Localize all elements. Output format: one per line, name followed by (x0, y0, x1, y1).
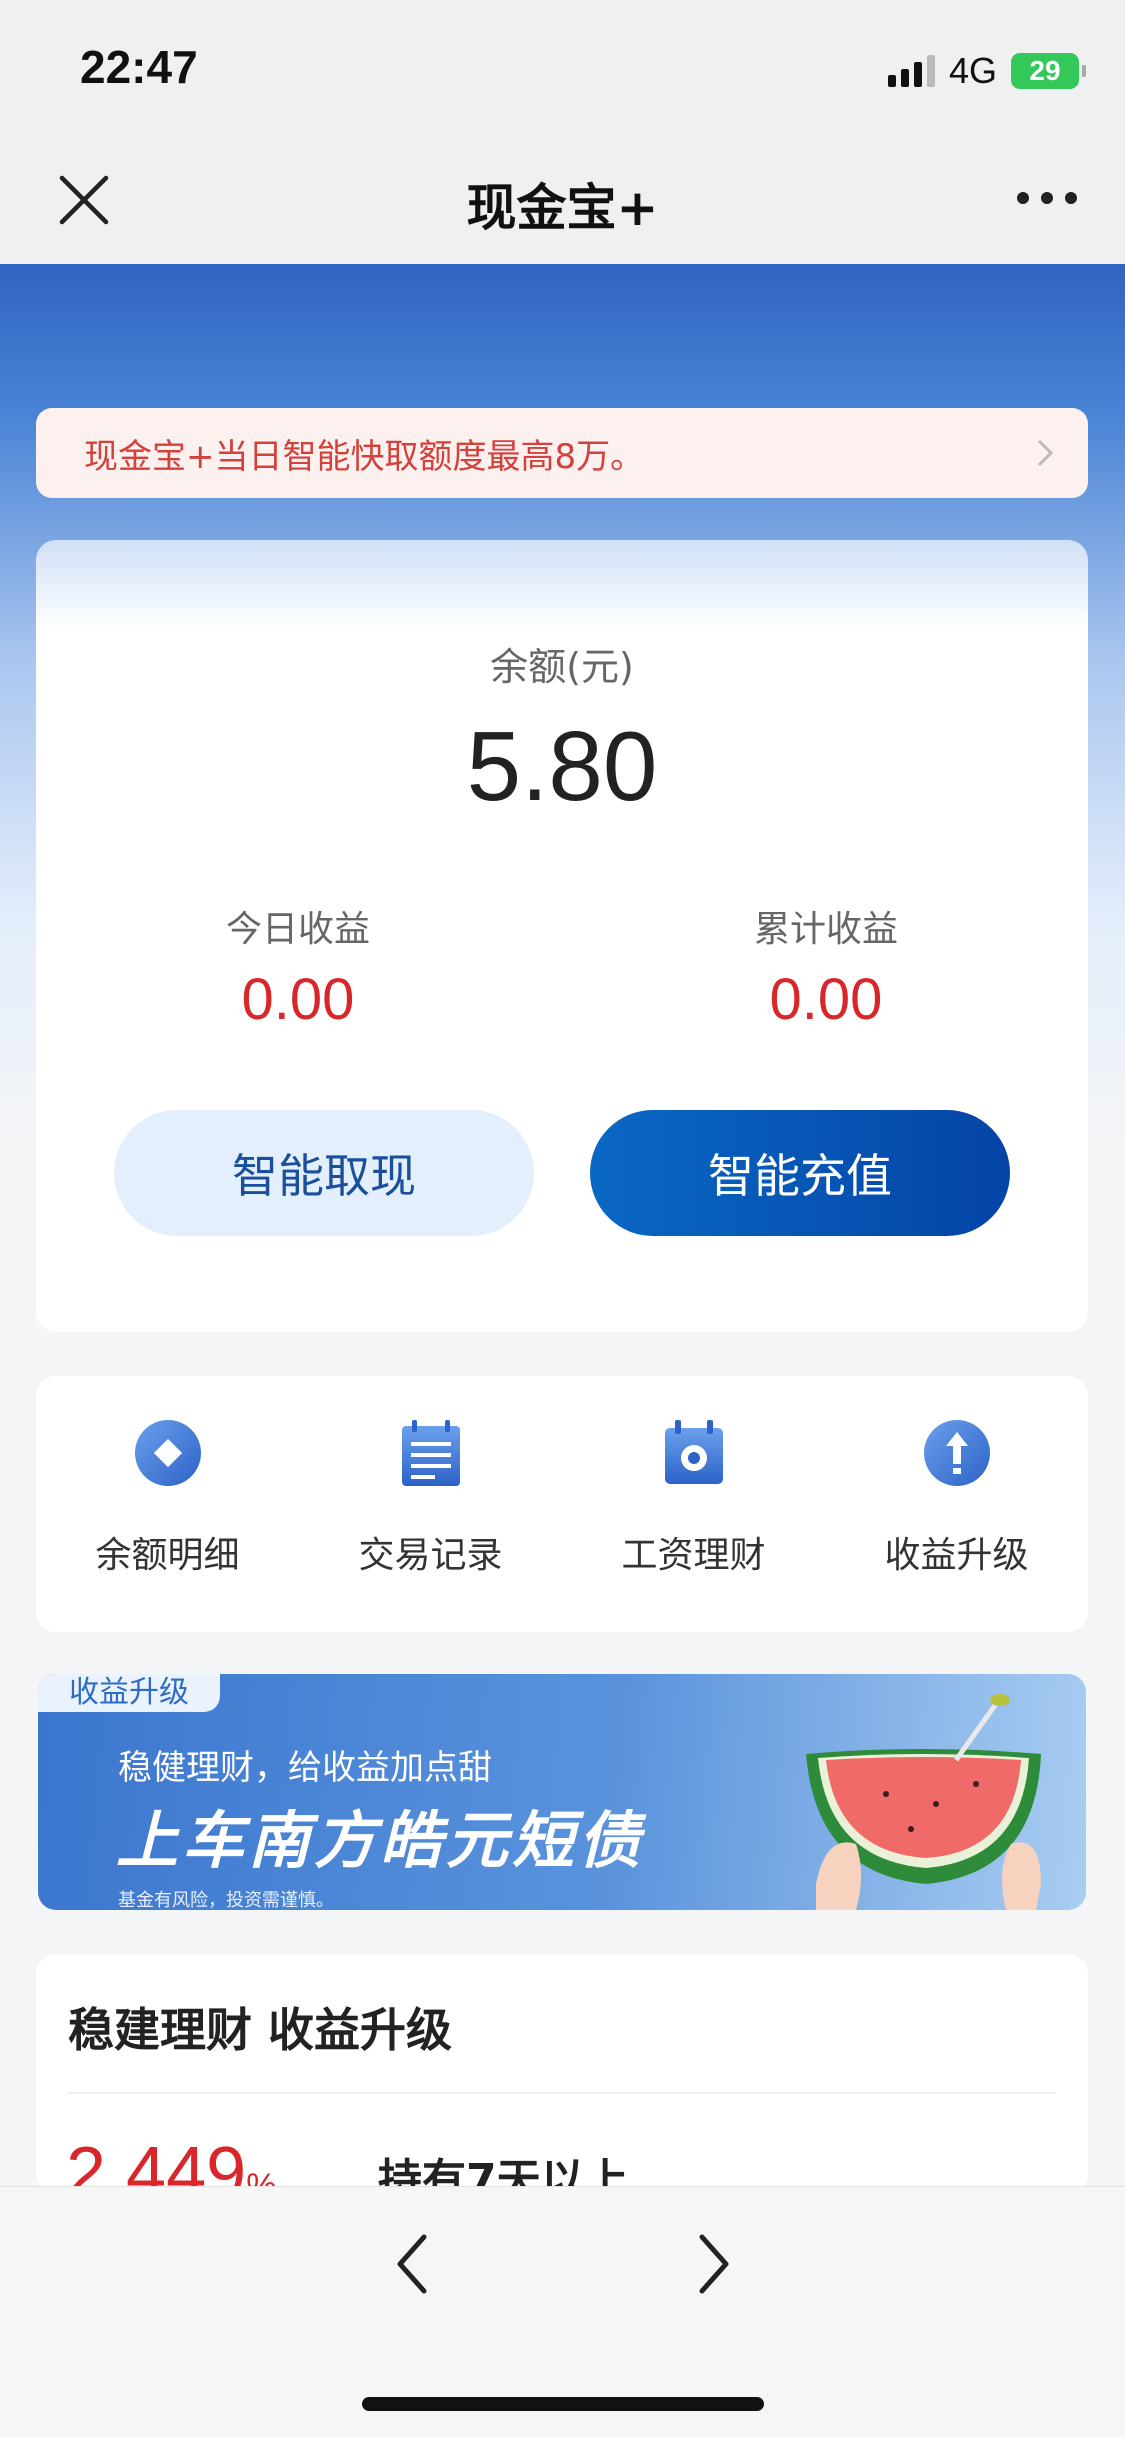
quick-action-label: 收益升级 (884, 1535, 1029, 1576)
quick-action-transactions[interactable]: 交易记录 (299, 1418, 562, 1578)
withdraw-button[interactable]: 智能取现 (114, 1110, 534, 1236)
quick-action-balance-detail[interactable]: 余额明细 (36, 1418, 299, 1578)
status-bar: 22:47 4G 29 (0, 0, 1125, 132)
back-arrow-icon[interactable] (392, 2231, 432, 2297)
product-rate-value: 2.449 (66, 2133, 247, 2194)
page-title: 现金宝+ (466, 179, 659, 237)
product-card[interactable]: 稳建理财 收益升级 2.449% 持有7天以上 (36, 1954, 1088, 2194)
notice-text: 现金宝+当日智能快取额度最高8万。 (84, 436, 645, 477)
banner-title: 上车南方皓元短债 (116, 1804, 645, 1877)
promo-banner[interactable]: 收益升级 稳健理财，给收益加点甜 上车南方皓元短债 基金有风险，投资需谨慎。 (38, 1674, 1086, 1910)
quick-action-label: 工资理财 (621, 1535, 766, 1576)
status-indicators: 4G 29 (887, 50, 1086, 92)
divider (68, 2092, 1056, 2094)
quick-actions: 余额明细 交易记录 工资理财 收益升级 (36, 1376, 1088, 1632)
balance-label: 余额(元) (490, 645, 634, 689)
balance-value: 5.80 (466, 711, 658, 821)
banner-tag: 收益升级 (38, 1674, 220, 1712)
quick-action-salary[interactable]: 工资理财 (562, 1418, 825, 1578)
nav-bar: 现金宝+ (0, 132, 1125, 264)
quick-action-label: 交易记录 (358, 1535, 503, 1576)
product-title: 稳建理财 收益升级 (68, 2003, 453, 2057)
calendar-icon (664, 1420, 723, 1484)
today-earnings: 今日收益 0.00 (98, 900, 498, 1033)
bottom-toolbar (0, 2186, 1125, 2437)
product-rate: 2.449% (66, 2132, 276, 2194)
battery-icon: 29 (1011, 53, 1086, 89)
network-type: 4G (948, 50, 997, 91)
quick-action-upgrade[interactable]: 收益升级 (825, 1418, 1088, 1578)
today-earnings-value: 0.00 (241, 967, 355, 1032)
today-earnings-label: 今日收益 (225, 909, 370, 950)
watermelon-illustration (806, 1694, 1041, 1910)
more-options-icon[interactable] (1017, 188, 1077, 208)
signal-icon (887, 55, 935, 87)
banner-disclaimer: 基金有风险，投资需谨慎。 (118, 1890, 334, 1910)
status-time: 22:47 (80, 41, 198, 93)
diamond-icon (134, 1420, 201, 1486)
banner-subtitle: 稳健理财，给收益加点甜 (118, 1748, 492, 1788)
total-earnings-value: 0.00 (769, 967, 883, 1032)
battery-level: 29 (1029, 55, 1061, 86)
recharge-button[interactable]: 智能充值 (590, 1110, 1010, 1236)
balance-card: 余额(元) 5.80 今日收益 0.00 累计收益 0.00 智能取现 智能充值 (36, 540, 1088, 1332)
arrow-up-icon (923, 1420, 990, 1486)
forward-arrow-icon[interactable] (694, 2231, 734, 2297)
total-earnings-label: 累计收益 (753, 909, 898, 950)
chevron-right-icon (1037, 439, 1054, 467)
notepad-icon (401, 1420, 460, 1486)
notice-banner[interactable]: 现金宝+当日智能快取额度最高8万。 (36, 408, 1088, 498)
total-earnings: 累计收益 0.00 (626, 900, 1026, 1033)
home-indicator (362, 2397, 764, 2411)
quick-action-label: 余额明细 (95, 1535, 240, 1576)
